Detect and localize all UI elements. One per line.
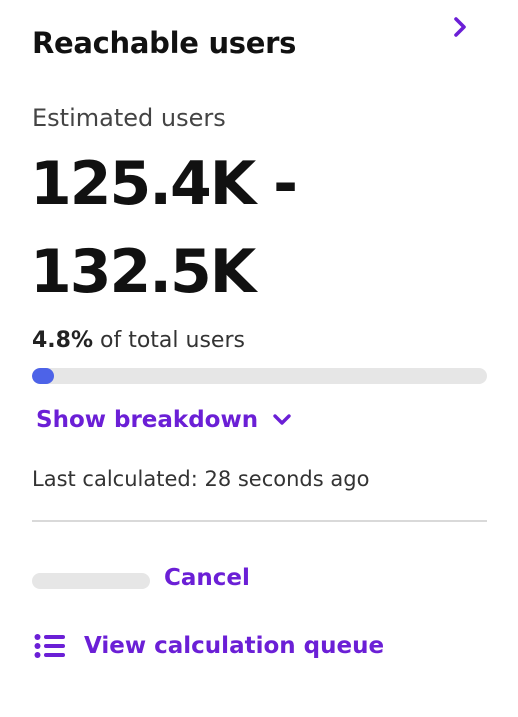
chevron-right-icon xyxy=(454,17,466,37)
reach-progress-bar xyxy=(32,368,487,384)
show-breakdown-button[interactable]: Show breakdown xyxy=(36,407,292,433)
chevron-down-icon xyxy=(273,414,291,425)
view-calculation-queue-label: View calculation queue xyxy=(84,633,385,659)
list-icon xyxy=(34,634,65,658)
percent-of-total: 4.8% of total users xyxy=(32,328,245,353)
reachable-users-panel: Reachable users Estimated users 125.4K -… xyxy=(0,0,518,717)
show-breakdown-label: Show breakdown xyxy=(36,407,259,433)
divider xyxy=(32,520,487,522)
reach-progress-fill xyxy=(32,368,54,384)
cancel-button[interactable]: Cancel xyxy=(164,565,250,591)
panel-title: Reachable users xyxy=(32,26,297,60)
estimated-users-range: 125.4K - 132.5K xyxy=(30,149,298,307)
percent-value: 4.8% xyxy=(32,328,94,353)
collapse-panel-button[interactable] xyxy=(446,12,474,42)
last-calculated-text: Last calculated: 28 seconds ago xyxy=(32,467,370,491)
estimated-users-label: Estimated users xyxy=(32,104,226,132)
view-calculation-queue-button[interactable]: View calculation queue xyxy=(34,633,384,659)
calculation-loading-bar xyxy=(32,573,150,589)
percent-suffix: of total users xyxy=(93,328,245,353)
